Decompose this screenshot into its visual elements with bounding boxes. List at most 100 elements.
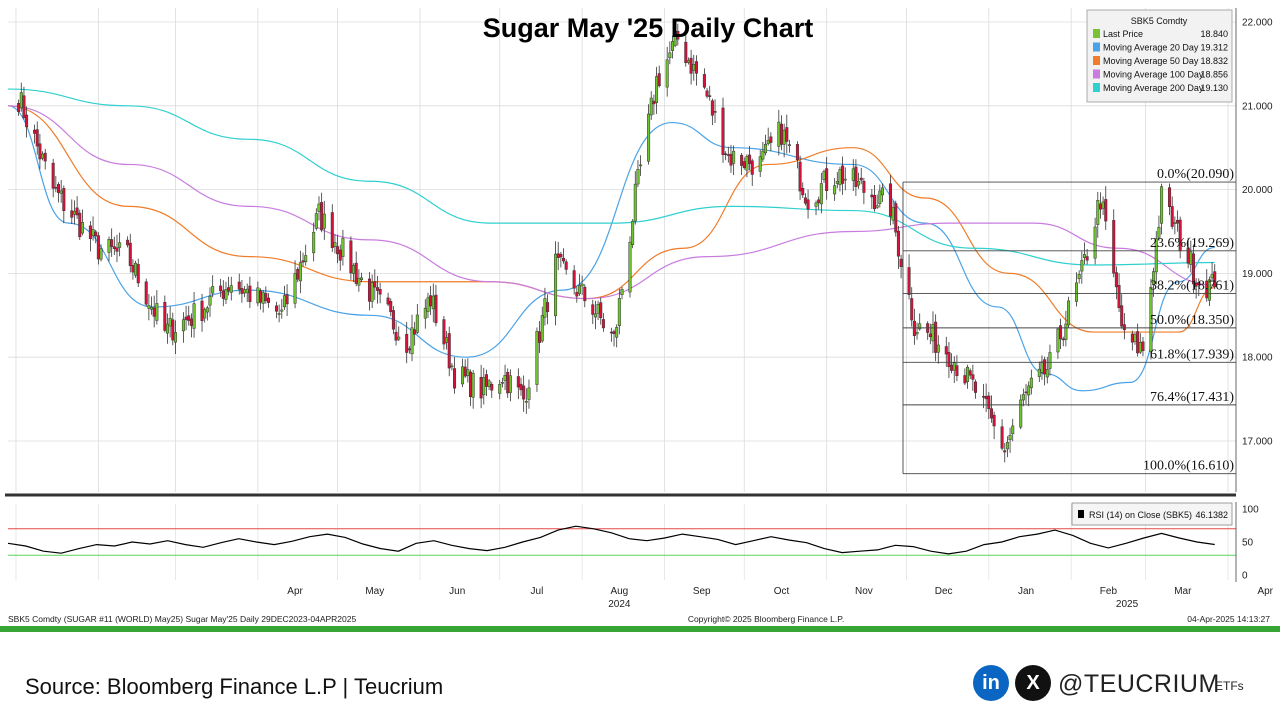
candle-body: [1141, 341, 1145, 351]
candle-body: [357, 277, 361, 286]
candle-body: [173, 332, 177, 343]
candle-body: [854, 166, 858, 188]
candle-body: [649, 97, 653, 116]
candle-body: [838, 169, 842, 186]
candle-body: [819, 183, 823, 205]
candle-body: [519, 383, 523, 391]
candle-body: [862, 180, 866, 193]
candle-body: [1085, 256, 1089, 261]
month-tick-label: Aug: [610, 586, 628, 597]
rsi-legend-swatch: [1078, 510, 1084, 518]
candle-body: [955, 365, 959, 376]
candle-body: [224, 289, 228, 300]
candle-body: [1061, 338, 1065, 341]
candle-body: [1064, 323, 1068, 340]
candle-body: [407, 348, 411, 351]
candle-body: [490, 384, 494, 391]
candle-body: [950, 364, 954, 371]
candle-body: [72, 211, 76, 215]
rsi-legend-label: RSI (14) on Close (SBK5): [1089, 510, 1192, 520]
copyright-text: Copyright© 2025 Bloomberg Finance L.P.: [688, 614, 844, 624]
candle-body: [636, 168, 640, 185]
candle-body: [229, 285, 233, 293]
candle-body: [1029, 377, 1033, 389]
candle-body: [115, 247, 119, 252]
candle-body: [782, 129, 786, 145]
candle-body: [1000, 426, 1004, 449]
x-social-icon[interactable]: X: [1015, 665, 1051, 701]
legend-label: Last Price: [1103, 29, 1143, 39]
meta-left-text: SBK5 Comdty (SUGAR #11 (WORLD) May25) Su…: [8, 614, 356, 624]
candle-body: [389, 301, 393, 313]
fib-level-label: 61.8%(17.939): [1150, 347, 1234, 362]
candle-body: [256, 287, 260, 304]
candle-body: [963, 375, 967, 384]
linkedin-icon[interactable]: in: [973, 665, 1009, 701]
candle-body: [1120, 305, 1124, 327]
candle-body: [934, 321, 938, 353]
candle-body: [1122, 324, 1126, 331]
candle-body: [524, 400, 528, 403]
candle-body: [928, 333, 932, 338]
candle-body: [1075, 282, 1079, 302]
candle-body: [1096, 199, 1100, 225]
candle-body: [936, 344, 940, 353]
candle-body: [208, 295, 212, 306]
candle-body: [341, 238, 345, 257]
candle-body: [1082, 254, 1086, 258]
legend-swatch: [1093, 69, 1100, 79]
candle-body: [554, 253, 558, 317]
candle-body: [431, 295, 435, 310]
candle-body: [1176, 220, 1180, 224]
candle-body: [375, 287, 379, 291]
candle-body: [981, 395, 985, 398]
candle-body: [94, 231, 98, 237]
candle-body: [80, 222, 84, 234]
price-tick-label: 21.000: [1242, 101, 1273, 112]
candle-body: [59, 190, 63, 194]
candle-body: [312, 231, 316, 254]
candle-body: [577, 285, 581, 294]
legend-swatch: [1093, 56, 1100, 65]
candle-body: [851, 168, 855, 181]
legend-swatch: [1093, 42, 1100, 52]
candle-body: [165, 323, 169, 334]
candle-body: [17, 103, 21, 112]
legend-label: Moving Average 100 Day: [1103, 70, 1204, 80]
legend-value: 19.130: [1200, 83, 1228, 93]
month-tick-label: Mar: [1174, 586, 1192, 597]
legend-value: 18.856: [1200, 70, 1228, 80]
legend-swatch: [1093, 83, 1100, 92]
price-tick-label: 22.000: [1242, 18, 1273, 29]
candle-body: [639, 164, 643, 167]
candle-body: [277, 313, 281, 315]
candle-body: [171, 319, 175, 341]
candle-body: [724, 153, 728, 155]
candle-body: [397, 336, 401, 340]
candle-body: [110, 239, 114, 247]
candle-body: [915, 332, 919, 335]
candle-body: [423, 307, 427, 319]
candle-body: [429, 295, 433, 307]
candle-body: [280, 309, 284, 312]
candle-body: [240, 288, 244, 294]
candle-body: [758, 156, 762, 172]
candle-body: [482, 377, 486, 396]
candle-body: [971, 374, 975, 380]
candle-body: [580, 283, 584, 287]
candle-body: [131, 265, 135, 273]
candle-body: [503, 375, 507, 381]
candle-body: [1005, 442, 1009, 450]
candle-body: [314, 213, 318, 229]
candle-body: [710, 100, 714, 116]
candle-body: [974, 381, 978, 393]
candle-body: [1112, 220, 1116, 274]
candle-body: [296, 269, 300, 280]
candle-body: [726, 154, 730, 156]
candle-body: [413, 329, 417, 335]
candle-body: [373, 281, 377, 288]
candle-body: [817, 199, 821, 204]
legend-value: 19.312: [1200, 43, 1228, 53]
candle-body: [835, 181, 839, 184]
candle-body: [686, 60, 690, 63]
